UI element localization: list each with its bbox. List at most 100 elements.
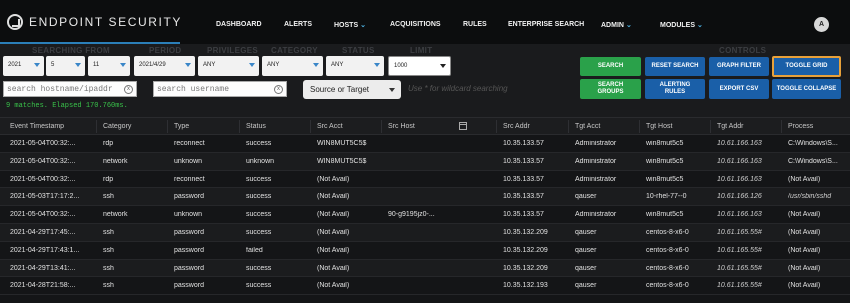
privileges-select[interactable]: ANY xyxy=(198,56,259,76)
table-header: Event Timestamp Category Type Status Src… xyxy=(0,117,850,135)
table-cell: 10.61.166.163 xyxy=(717,157,762,165)
table-cell: (Not Avail) xyxy=(788,264,821,272)
table-cell: centos-8-x6-0 xyxy=(646,282,689,290)
top-nav-bar: ENDPOINT SECURITY DASHBOARD ALERTS HOSTS… xyxy=(0,0,850,44)
table-cell: 10.35.133.57 xyxy=(503,211,544,219)
table-cell: ssh xyxy=(103,246,114,254)
nav-enterprise-search[interactable]: ENTERPRISE SEARCH xyxy=(508,21,584,28)
column-divider[interactable] xyxy=(639,120,640,133)
table-cell: 10.61.166.163 xyxy=(717,140,762,147)
table-row[interactable]: 2021-04-29T17:43:1... ssh password failed (N… xyxy=(0,242,850,260)
table-cell: centos-8-x6-0 xyxy=(646,264,689,272)
column-divider[interactable] xyxy=(310,120,311,133)
graph-filter-button[interactable]: GRAPH FILTER xyxy=(709,57,769,76)
table-cell: 10.61.166.163 xyxy=(717,211,762,219)
column-header[interactable]: Process xyxy=(788,123,813,130)
table-cell: qauser xyxy=(575,228,597,236)
logo-icon xyxy=(7,14,23,30)
nav-hosts[interactable]: HOSTS ⌄ xyxy=(334,21,366,29)
table-cell: password xyxy=(174,246,204,254)
search-groups-button[interactable]: SEARCH GROUPS xyxy=(580,79,641,99)
brand[interactable]: ENDPOINT SECURITY xyxy=(7,14,182,30)
month-select[interactable]: 5 xyxy=(46,56,85,76)
column-divider[interactable] xyxy=(96,120,97,133)
table-cell: unknown xyxy=(174,157,203,165)
table-row[interactable]: 2021-05-04T00:32:... rdp reconnect success W… xyxy=(0,135,850,153)
column-header[interactable]: Tgt Addr xyxy=(717,123,743,130)
column-header[interactable]: Src Addr xyxy=(503,123,530,130)
table-cell: 10.61.165.55# xyxy=(717,264,762,272)
table-row[interactable]: 2021-04-29T13:41:... ssh password success (N… xyxy=(0,259,850,278)
label-status: STATUS xyxy=(342,46,375,55)
search-button[interactable]: SEARCH xyxy=(580,57,641,76)
column-header[interactable]: Src Host xyxy=(388,123,415,130)
table-cell: win8mut5c5 xyxy=(646,175,684,183)
table-row[interactable]: 2021-05-04T00:32:... network unknown succes… xyxy=(0,206,850,224)
table-cell: 10.35.133.57 xyxy=(503,157,544,165)
table-row[interactable]: 2021-05-04T00:32:... rdp reconnect success (… xyxy=(0,171,850,189)
dropdown-arrow-icon xyxy=(75,63,81,67)
column-header[interactable]: Status xyxy=(246,123,266,130)
column-header[interactable]: Tgt Acct xyxy=(575,123,600,130)
table-cell: (Not Avail) xyxy=(317,193,350,201)
limit-select[interactable]: 1000 xyxy=(388,56,451,76)
clear-icon[interactable]: x xyxy=(124,85,133,94)
table-cell: qauser xyxy=(575,264,597,272)
table-cell: ssh xyxy=(103,228,114,236)
table-cell: centos-8-x6-0 xyxy=(646,246,689,254)
column-divider[interactable] xyxy=(781,120,782,133)
source-target-select[interactable]: Source or Target xyxy=(303,80,401,99)
column-header[interactable]: Event Timestamp xyxy=(10,123,64,130)
column-divider[interactable] xyxy=(568,120,569,133)
column-chooser-icon[interactable] xyxy=(459,122,467,130)
reset-search-button[interactable]: RESET SEARCH xyxy=(645,57,705,76)
status-select[interactable]: ANY xyxy=(326,56,384,76)
table-row[interactable]: 2021-04-28T21:58:... ssh password success (N… xyxy=(0,277,850,296)
column-header[interactable]: Type xyxy=(174,123,189,130)
table-cell: password xyxy=(174,228,204,236)
nav-alerts[interactable]: ALERTS xyxy=(284,21,312,28)
column-header[interactable]: Category xyxy=(103,123,131,130)
category-select[interactable]: ANY xyxy=(262,56,323,76)
table-cell: /usr/sbin/sshd xyxy=(788,193,832,201)
alerting-rules-button[interactable]: ALERTING RULES xyxy=(645,79,705,99)
table-cell: 10.35.133.57 xyxy=(503,140,544,147)
table-cell: ssh xyxy=(103,282,114,290)
nav-dashboard[interactable]: DASHBOARD xyxy=(216,21,262,28)
user-avatar[interactable]: A xyxy=(814,17,829,32)
dropdown-arrow-icon xyxy=(120,63,126,67)
table-cell: rdp xyxy=(103,175,114,183)
dropdown-arrow-icon xyxy=(185,63,191,67)
hostname-search-input[interactable]: search hostname/ipaddr x xyxy=(3,81,137,97)
toggle-collapse-button[interactable]: TOGGLE COLLAPSE xyxy=(772,79,841,99)
column-divider[interactable] xyxy=(239,120,240,133)
year-select[interactable]: 2021 xyxy=(3,56,44,76)
dropdown-arrow-icon xyxy=(34,63,40,67)
column-divider[interactable] xyxy=(381,120,382,133)
column-divider[interactable] xyxy=(167,120,168,133)
toggle-grid-button[interactable]: TOGGLE GRID xyxy=(772,56,841,77)
column-header[interactable]: Src Acct xyxy=(317,123,343,130)
wildcard-hint: Use * for wildcard searching xyxy=(408,84,508,93)
column-header[interactable]: Tgt Host xyxy=(646,123,672,130)
table-cell: (Not Avail) xyxy=(788,211,821,219)
table-cell: 2021-04-29T17:43:1... xyxy=(10,246,80,254)
label-controls: CONTROLS xyxy=(719,46,767,55)
nav-modules[interactable]: MODULES ⌄ xyxy=(660,21,703,29)
table-row[interactable]: 2021-04-29T17:45:... ssh password success (N… xyxy=(0,223,850,242)
nav-admin[interactable]: ADMIN ⌄ xyxy=(601,21,632,29)
table-cell: (Not Avail) xyxy=(317,175,350,183)
table-row[interactable]: 2021-05-04T00:32:... network unknown unknow… xyxy=(0,152,850,171)
nav-rules[interactable]: RULES xyxy=(463,21,487,28)
column-divider[interactable] xyxy=(710,120,711,133)
nav-acquisitions[interactable]: ACQUISITIONS xyxy=(390,21,441,28)
username-search-input[interactable]: search username x xyxy=(153,81,287,97)
export-csv-button[interactable]: EXPORT CSV xyxy=(709,79,769,99)
period-select[interactable]: 2021/4/29 xyxy=(134,56,195,76)
table-row[interactable]: 2021-05-03T17:17:2... ssh password success (… xyxy=(0,188,850,207)
column-divider[interactable] xyxy=(496,120,497,133)
day-select[interactable]: 11 xyxy=(88,56,130,76)
table-cell: 2021-05-04T00:32:... xyxy=(10,140,76,147)
clear-icon[interactable]: x xyxy=(274,85,283,94)
table-cell: network xyxy=(103,211,128,219)
